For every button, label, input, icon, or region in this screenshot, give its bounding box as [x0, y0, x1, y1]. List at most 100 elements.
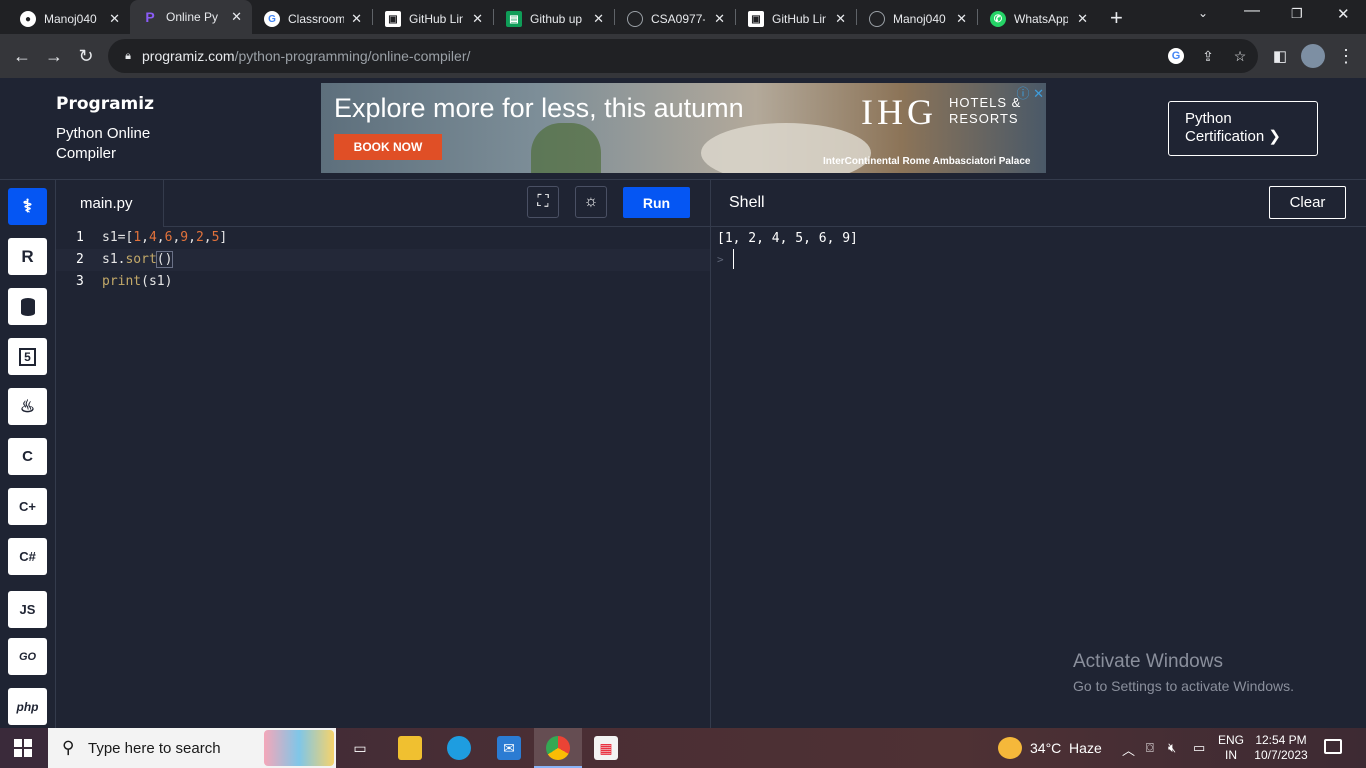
close-icon[interactable]: ✕ [1077, 11, 1088, 27]
tab-title: Github up [530, 12, 583, 26]
sidebar-item-java[interactable]: ♨ [8, 388, 47, 425]
windows-start-icon[interactable] [14, 739, 32, 757]
java-icon: ♨ [19, 396, 36, 416]
sidebar-item-csharp[interactable]: C# [8, 538, 47, 575]
tab-title: GitHub Lin [772, 12, 826, 26]
close-icon[interactable]: ✕ [593, 11, 604, 27]
code-text[interactable]: print(s1) [102, 271, 172, 293]
close-icon[interactable]: ✕ [109, 11, 120, 27]
share-icon[interactable]: ⇪ [1200, 48, 1216, 64]
restore-icon[interactable]: ❐ [1291, 6, 1303, 22]
url-host: programiz.com [142, 48, 235, 64]
sidebar-item-r[interactable]: R [8, 238, 47, 275]
tab-search-icon[interactable]: ⌄ [1198, 6, 1208, 20]
sidebar-item-sql[interactable] [8, 288, 47, 325]
weather-text[interactable]: 34°C Haze [1030, 740, 1102, 756]
ad-headline: Explore more for less, this autumn [334, 93, 744, 123]
reload-icon[interactable]: ↻ [74, 44, 98, 68]
address-bar[interactable]: 🔒︎ programiz.com/python-programming/onli… [108, 39, 1258, 73]
tab-manoj040[interactable]: ● Manoj040 ✕ [8, 4, 130, 34]
sidebar-item-javascript[interactable]: JS [8, 591, 47, 628]
sidebar-item-cpp[interactable]: C+ [8, 488, 47, 525]
theme-toggle-icon[interactable]: ☼ [575, 186, 607, 218]
new-tab-icon[interactable]: + [1110, 5, 1123, 31]
tab-csa0977[interactable]: CSA0977- ✕ [615, 4, 735, 34]
advertisement-banner[interactable]: Explore more for less, this autumn BOOK … [321, 83, 1046, 173]
search-icon: ⚲ [62, 738, 75, 757]
ad-close-icon[interactable]: ⓘ ✕ [1016, 83, 1044, 102]
file-explorer-icon[interactable] [398, 736, 422, 760]
code-line-active[interactable]: 2 s1.sort() [56, 249, 710, 271]
sidebar-item-python[interactable]: ⚕ [8, 188, 47, 225]
profile-avatar[interactable] [1301, 44, 1325, 68]
minimize-icon[interactable]: — [1244, 2, 1260, 20]
file-tab-main-py[interactable]: main.py [56, 180, 164, 227]
sidebar-item-php[interactable]: php [8, 688, 47, 725]
code-text[interactable]: s1.sort() [102, 249, 174, 271]
google-lens-icon[interactable]: G [1168, 48, 1184, 64]
book-now-button[interactable]: BOOK NOW [334, 134, 442, 160]
lock-icon[interactable]: 🔒︎ [120, 48, 136, 64]
code-line[interactable]: 1 s1=[1,4,6,9,2,5] [56, 227, 710, 249]
close-icon[interactable]: ✕ [472, 11, 483, 27]
notification-icon[interactable] [1324, 739, 1342, 754]
close-icon[interactable]: ✕ [231, 9, 242, 25]
whatsapp-icon: ✆ [990, 11, 1006, 27]
csharp-icon: C# [19, 549, 36, 564]
ad-brand-sub-line: RESORTS [949, 111, 1019, 126]
search-placeholder: Type here to search [88, 739, 221, 757]
side-panel-icon[interactable]: ◧ [1268, 44, 1292, 68]
tab-github-link-2[interactable]: ▣ GitHub Lin ✕ [736, 4, 856, 34]
tab-manoj040-2[interactable]: Manoj040 ✕ [857, 4, 977, 34]
code-line[interactable]: 3 print(s1) [56, 271, 710, 293]
tab-title: WhatsApp [1014, 12, 1068, 26]
programiz-logo[interactable]: Programiz [56, 94, 154, 114]
microsoft-store-icon[interactable]: ▦ [594, 736, 618, 760]
watermark-subtitle: Go to Settings to activate Windows. [1073, 678, 1294, 694]
close-icon[interactable]: ✕ [714, 11, 725, 27]
github-icon: ● [20, 11, 36, 27]
sidebar-item-c[interactable]: C [8, 438, 47, 475]
meet-now-icon[interactable]: ⌼ [1146, 740, 1154, 756]
tab-title: Online Pyt [166, 10, 218, 24]
back-icon[interactable]: ← [10, 44, 34, 68]
tab-classroom[interactable]: G Classroom ✕ [252, 4, 372, 34]
chevron-up-icon[interactable]: ︿ [1122, 740, 1135, 759]
task-view-icon[interactable]: ▭ [348, 736, 372, 760]
volume-muted-icon[interactable]: 🔇︎ [1168, 740, 1176, 756]
html5-icon: 5 [19, 347, 36, 366]
code-editor[interactable]: 1 s1=[1,4,6,9,2,5] 2 s1.sort() 3 print(s… [56, 227, 710, 728]
tab-online-python[interactable]: P Online Pyt ✕ [130, 0, 252, 34]
system-clock[interactable]: 12:54 PM 10/7/2023 [1253, 733, 1309, 763]
python-certification-button[interactable]: Python Certification ❯ [1168, 101, 1318, 156]
window-close-icon[interactable]: ✕ [1337, 5, 1350, 23]
chrome-icon[interactable] [546, 736, 570, 760]
tab-github-link-1[interactable]: ▣ GitHub Lin ✕ [373, 4, 493, 34]
network-icon[interactable]: ▭ [1193, 740, 1205, 756]
fullscreen-icon[interactable]: ⛶ [527, 186, 559, 218]
sidebar-item-html[interactable]: 5 [8, 338, 47, 375]
taskbar-search-box[interactable]: ⚲ Type here to search [48, 728, 336, 768]
r-icon: R [21, 246, 34, 266]
region-code: IN [1225, 748, 1237, 762]
cpp-icon: C+ [19, 499, 36, 514]
shell-prompt: > [717, 253, 724, 266]
forward-icon[interactable]: → [42, 44, 66, 68]
clear-button[interactable]: Clear [1269, 186, 1346, 219]
mail-icon[interactable]: ✉ [497, 736, 521, 760]
edge-icon[interactable] [447, 736, 471, 760]
bookmark-star-icon[interactable]: ☆ [1232, 48, 1248, 64]
tab-github-update[interactable]: ▤ Github up ✕ [494, 4, 614, 34]
tab-title: Manoj040 [44, 12, 97, 26]
close-icon[interactable]: ✕ [835, 11, 846, 27]
sidebar-item-go[interactable]: GO [8, 638, 47, 675]
close-icon[interactable]: ✕ [956, 11, 967, 27]
c-icon: C [22, 448, 33, 465]
shell-toolbar: Shell Clear [710, 180, 1366, 227]
code-text[interactable]: s1=[1,4,6,9,2,5] [102, 227, 227, 249]
tab-whatsapp[interactable]: ✆ WhatsApp ✕ [978, 4, 1098, 34]
menu-kebab-icon[interactable]: ⋮ [1334, 44, 1358, 68]
run-button[interactable]: Run [623, 187, 690, 218]
close-icon[interactable]: ✕ [351, 11, 362, 27]
language-indicator[interactable]: ENG IN [1218, 733, 1244, 763]
